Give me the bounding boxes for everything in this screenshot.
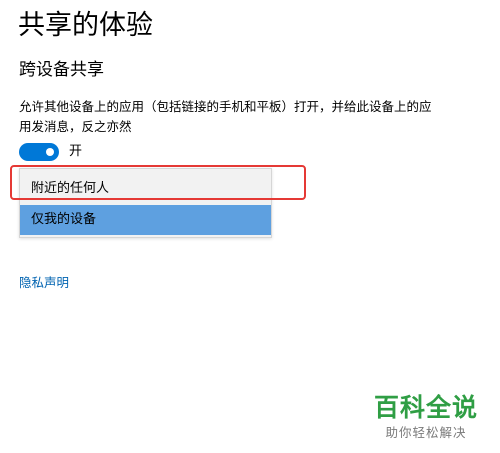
dropdown-option-my-devices[interactable]: 仅我的设备 (20, 205, 271, 235)
toggle-label: 开 (69, 144, 83, 159)
description-text: 允许其他设备上的应用（包括链接的手机和平板）打开，并给此设备上的应用发消息，反之… (19, 99, 432, 134)
dropdown-option-nearby[interactable]: 附近的任何人 (20, 174, 271, 204)
page-title: 共享的体验 (18, 10, 153, 41)
toggle-knob (46, 148, 54, 156)
watermark-subtitle: 助你轻松解决 (385, 425, 467, 440)
share-scope-dropdown: 附近的任何人 仅我的设备 (19, 168, 272, 238)
privacy-statement-link[interactable]: 隐私声明 (19, 274, 69, 292)
section-title: 跨设备共享 (19, 60, 104, 80)
watermark-title: 百科全说 (373, 393, 478, 422)
share-toggle[interactable] (19, 143, 59, 161)
watermark: 百科全说 助你轻松解决 (366, 392, 486, 442)
toggle-row: 开 (19, 143, 82, 161)
